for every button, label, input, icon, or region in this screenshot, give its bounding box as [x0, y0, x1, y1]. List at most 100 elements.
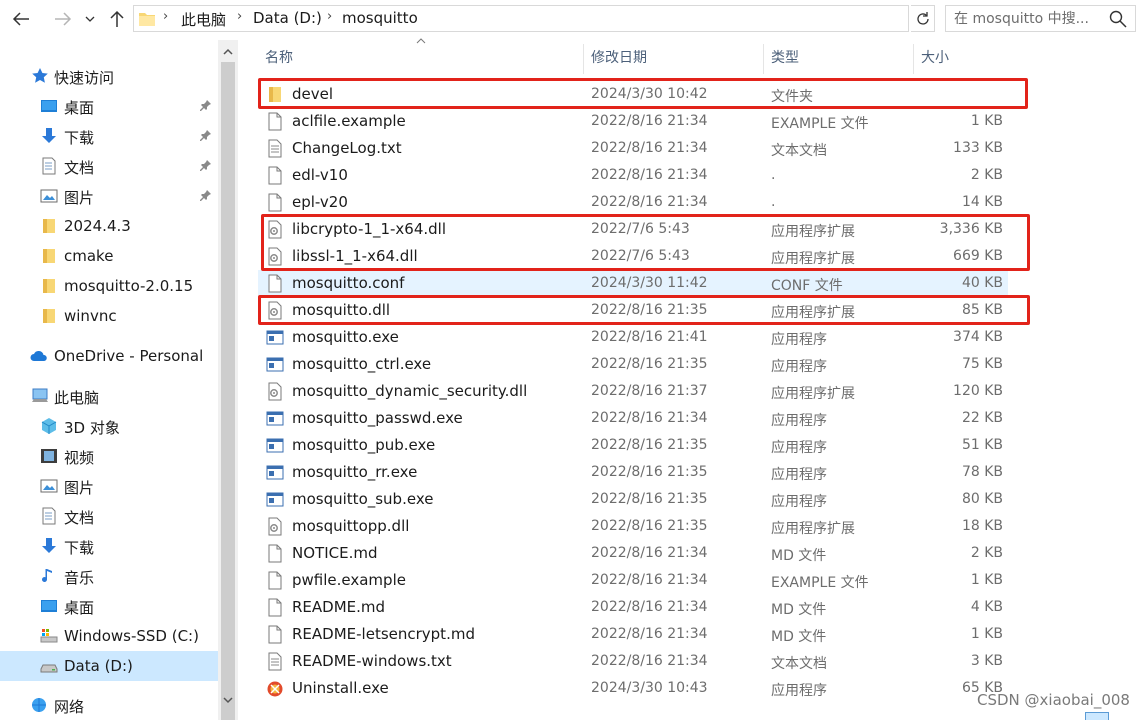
column-divider[interactable] [583, 44, 584, 74]
file-type: 应用程序 [771, 494, 827, 510]
recent-locations-button[interactable] [80, 6, 100, 32]
nav-item-desktop[interactable]: 桌面 [0, 591, 218, 621]
file-row[interactable]: mosquitto_dynamic_security.dll 2022/8/16 … [258, 378, 1008, 405]
pin-icon[interactable] [200, 99, 212, 111]
file-row[interactable]: README-windows.txt 2022/8/16 21:34 文本文档 3 K… [258, 648, 1008, 675]
pin-icon[interactable] [200, 189, 212, 201]
nav-item-drive-d[interactable]: Data (D:) [0, 651, 218, 681]
nav-item-folder-cmake[interactable]: cmake [0, 241, 218, 271]
file-name: mosquitto_pub.exe [292, 436, 436, 454]
nav-item-network[interactable]: 网络 [0, 690, 218, 720]
nav-item-documents-pinned[interactable]: 文档 [0, 151, 218, 181]
column-header-name[interactable]: 名称 [265, 47, 293, 67]
nav-item-label: 3D 对象 [64, 419, 120, 437]
nav-item-folder-winvnc[interactable]: winvnc [0, 301, 218, 331]
scroll-down-arrow-icon[interactable] [222, 694, 234, 706]
nav-item-onedrive[interactable]: OneDrive - Personal [0, 341, 218, 371]
file-row[interactable]: mosquitto_passwd.exe 2022/8/16 21:34 应用程序 2… [258, 405, 1008, 432]
breadcrumb-data-drive[interactable]: Data (D:) [253, 9, 322, 27]
nav-item-desktop-pinned[interactable]: 桌面 [0, 91, 218, 121]
search-icon[interactable] [1109, 10, 1127, 28]
document-icon [42, 507, 56, 525]
uninstall-icon [266, 679, 284, 698]
file-row[interactable]: README-letsencrypt.md 2022/8/16 21:34 MD 文… [258, 621, 1008, 648]
nav-item-label: winvnc [64, 307, 117, 325]
file-row[interactable]: epl-v20 2022/8/16 21:34. 14 KB [258, 189, 1008, 216]
nav-scrollbar[interactable] [218, 40, 238, 720]
computer-icon [32, 388, 48, 402]
nav-item-pictures-pinned[interactable]: 图片 [0, 181, 218, 211]
nav-item-pictures[interactable]: 图片 [0, 471, 218, 501]
file-list: 名称 修改日期 类型 大小 devel 2024/3/30 10:42 文件夹 acl… [238, 38, 1145, 720]
file-row[interactable]: mosquitto_rr.exe 2022/8/16 21:35 应用程序 78 KB [258, 459, 1008, 486]
file-row[interactable]: Uninstall.exe 2024/3/30 10:43 应用程序 65 KB [258, 675, 1008, 702]
forward-button[interactable] [50, 6, 76, 32]
nav-item-folder-mosquitto-2-0-15[interactable]: mosquitto-2.0.15 [0, 271, 218, 301]
back-button[interactable] [8, 6, 34, 32]
file-row[interactable]: mosquitto_ctrl.exe 2022/8/16 21:35 应用程序 75 … [258, 351, 1008, 378]
nav-item-drive-c[interactable]: Windows-SSD (C:) [0, 621, 218, 651]
folder-icon [139, 13, 155, 26]
nav-item-this-pc[interactable]: 此电脑 [0, 381, 218, 411]
nav-item-label: 桌面 [64, 99, 95, 117]
file-row[interactable]: ChangeLog.txt 2022/8/16 21:34 文本文档 133 KB [258, 135, 1008, 162]
file-name: README.md [292, 598, 386, 616]
address-path[interactable]: › 此电脑 › Data (D:) › mosquitto [133, 5, 1033, 32]
file-row[interactable]: NOTICE.md 2022/8/16 21:34 MD 文件 2 KB [258, 540, 1008, 567]
search-input[interactable] [954, 9, 1104, 29]
file-date: 2022/8/16 21:34 [591, 194, 708, 210]
file-size: 51 KB [961, 437, 1003, 453]
file-name: mosquittopp.dll [292, 517, 410, 535]
scroll-up-arrow-icon[interactable] [222, 46, 234, 58]
nav-item-music[interactable]: 音乐 [0, 561, 218, 591]
search-box[interactable] [945, 5, 1136, 32]
nav-item-downloads[interactable]: 下载 [0, 531, 218, 561]
file-date: 2022/8/16 21:37 [591, 383, 708, 399]
nav-item-documents[interactable]: 文档 [0, 501, 218, 531]
file-row[interactable]: aclfile.example 2022/8/16 21:34 EXAMPLE 文件… [258, 108, 1008, 135]
column-divider[interactable] [763, 44, 764, 74]
file-row[interactable]: mosquitto_pub.exe 2022/8/16 21:35 应用程序 51 K… [258, 432, 1008, 459]
file-row[interactable]: mosquitto.conf 2024/3/30 11:42 CONF 文件 40 K… [258, 270, 1008, 297]
nav-item-quick-access[interactable]: 快速访问 [0, 61, 218, 91]
file-date: 2024/3/30 11:42 [591, 275, 708, 291]
column-header-type[interactable]: 类型 [771, 47, 799, 67]
scrollbar-thumb[interactable] [221, 62, 235, 720]
network-icon [32, 698, 46, 712]
file-row[interactable]: mosquitto.exe 2022/8/16 21:41 应用程序 374 KB [258, 324, 1008, 351]
refresh-button[interactable] [911, 5, 935, 32]
file-type: . [771, 167, 776, 183]
file-row[interactable]: pwfile.example 2022/8/16 21:34 EXAMPLE 文件 1… [258, 567, 1008, 594]
nav-item-videos[interactable]: 视频 [0, 441, 218, 471]
text-file-icon [266, 139, 284, 158]
blank-file-icon [266, 112, 284, 131]
pin-icon[interactable] [200, 129, 212, 141]
picture-icon [40, 479, 58, 493]
up-button[interactable] [104, 6, 130, 32]
dll-file-icon [266, 517, 284, 536]
file-row[interactable]: mosquitto_sub.exe 2022/8/16 21:35 应用程序 80 K… [258, 486, 1008, 513]
exe-file-icon [266, 328, 284, 347]
file-row[interactable]: README.md 2022/8/16 21:34 MD 文件 4 KB [258, 594, 1008, 621]
file-size: 1 KB [970, 626, 1003, 642]
nav-item-downloads-pinned[interactable]: 下载 [0, 121, 218, 151]
breadcrumb-this-pc[interactable]: 此电脑 [181, 9, 226, 30]
nav-item-label: Data (D:) [64, 657, 133, 675]
view-toggle-button[interactable] [1085, 712, 1109, 720]
annotation-box [261, 214, 1030, 271]
file-row[interactable]: mosquittopp.dll 2022/8/16 21:35 应用程序扩展 18 K… [258, 513, 1008, 540]
nav-item-folder-2024-4-3[interactable]: 2024.4.3 [0, 211, 218, 241]
nav-item-3d-objects[interactable]: 3D 对象 [0, 411, 218, 441]
breadcrumb-mosquitto[interactable]: mosquitto [342, 9, 418, 27]
file-size: 133 KB [953, 140, 1003, 156]
column-header-size[interactable]: 大小 [921, 47, 949, 67]
column-divider[interactable] [913, 44, 914, 74]
column-header-date[interactable]: 修改日期 [591, 47, 647, 67]
file-name: README-letsencrypt.md [292, 625, 475, 643]
pin-icon[interactable] [200, 159, 212, 171]
file-type: EXAMPLE 文件 [771, 575, 869, 591]
exe-file-icon [266, 463, 284, 482]
file-row[interactable]: edl-v10 2022/8/16 21:34. 2 KB [258, 162, 1008, 189]
nav-item-label: 下载 [64, 539, 95, 557]
nav-item-label: 图片 [64, 189, 95, 207]
